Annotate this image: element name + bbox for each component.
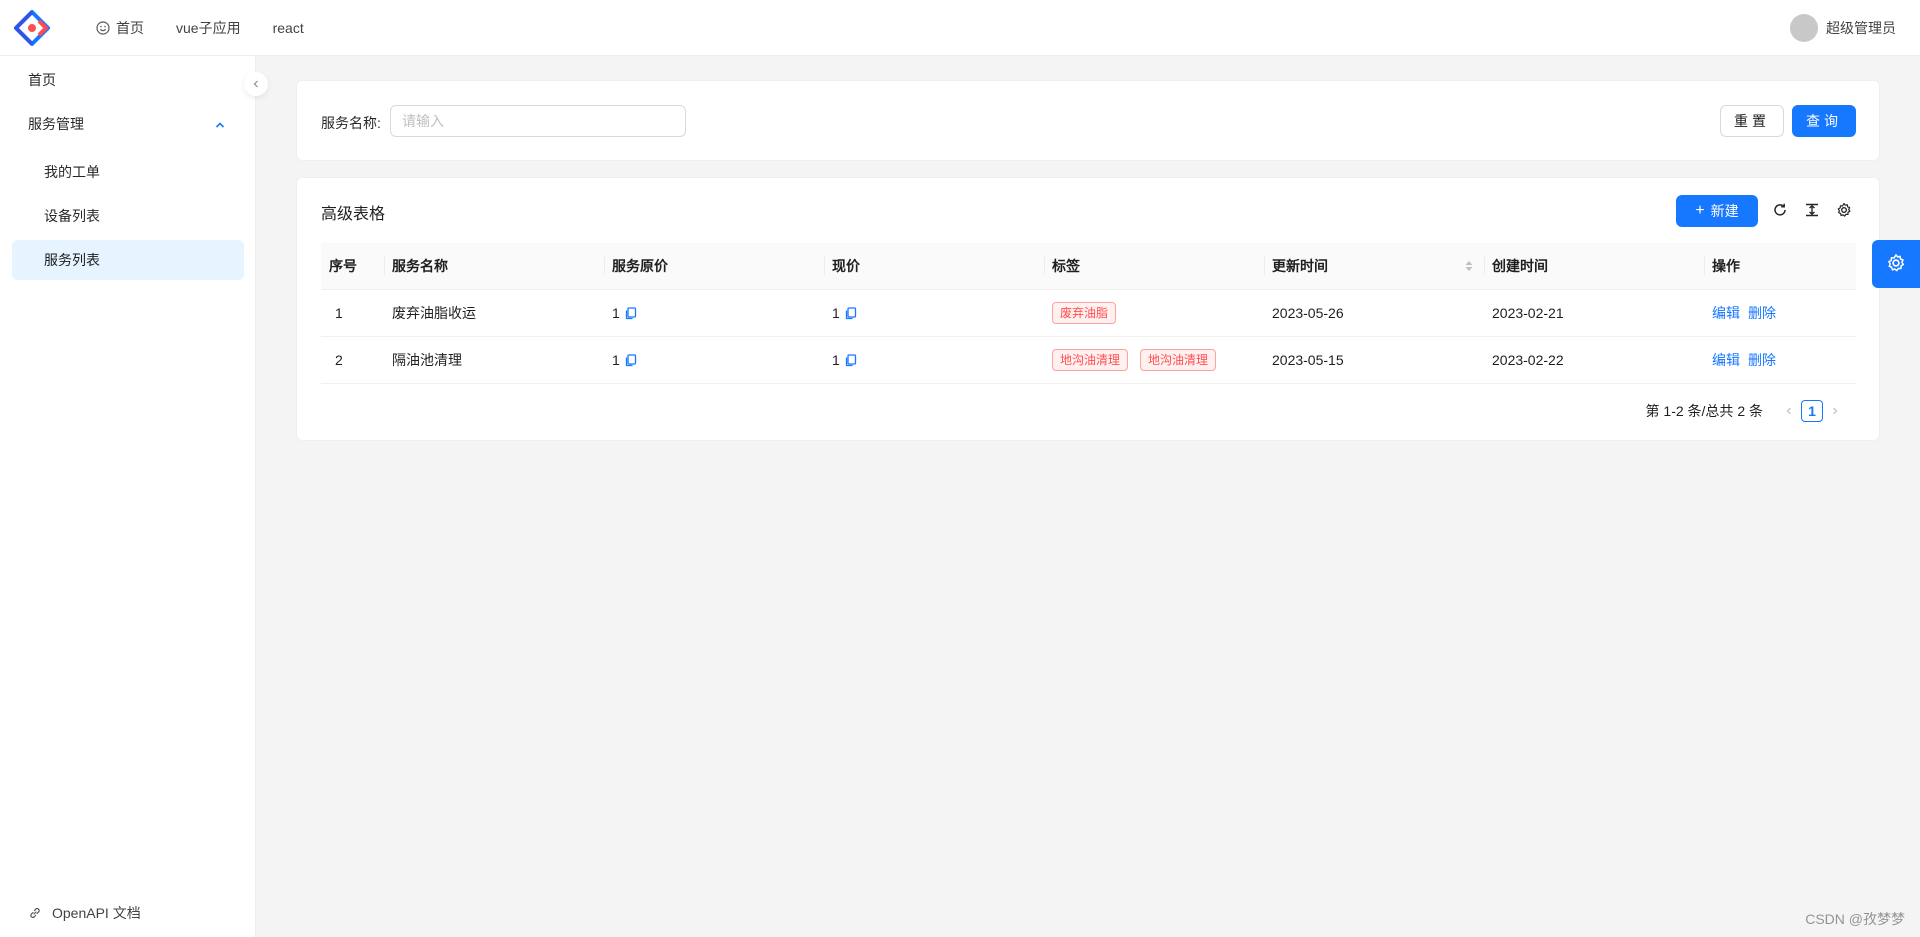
chevron-up-icon — [214, 118, 226, 134]
column-header-actions: 操作 — [1704, 243, 1856, 290]
cell-created-time: 2023-02-21 — [1484, 289, 1704, 337]
app-logo[interactable] — [12, 8, 52, 48]
edit-link[interactable]: 编辑 — [1712, 305, 1740, 321]
cell-actions: 编辑 删除 — [1704, 336, 1856, 384]
delete-link[interactable]: 删除 — [1748, 352, 1776, 368]
edit-link[interactable]: 编辑 — [1712, 352, 1740, 368]
table-row: 1 废弃油脂收运 1 1 废弃油脂 2023-05-26 2023-02-21 … — [321, 289, 1856, 337]
table-card: 高级表格 + 新建 序号 服务名称 服务原价 现价 标签 更新时间 创建时间 操… — [296, 177, 1880, 441]
sidebar-item-label: 首页 — [28, 72, 56, 88]
cell-tags: 废弃油脂 — [1044, 289, 1264, 337]
top-nav-vue-app-label: vue子应用 — [176, 19, 241, 36]
sidebar-item-service-management[interactable]: 服务管理 — [12, 104, 244, 144]
gear-icon — [1886, 253, 1906, 276]
top-nav-vue-app[interactable]: vue子应用 — [176, 18, 241, 38]
column-header-service-name: 服务名称 — [384, 243, 604, 290]
sidebar-collapse-button[interactable] — [244, 72, 268, 96]
cell-updated-time: 2023-05-26 — [1264, 289, 1484, 337]
top-nav-react-label: react — [272, 19, 304, 36]
column-header-created-time: 创建时间 — [1484, 243, 1704, 290]
table-title: 高级表格 — [321, 206, 386, 223]
delete-link[interactable]: 删除 — [1748, 305, 1776, 321]
sidebar: 首页 服务管理 我的工单 设备列表 服务列表 OpenAPI 文档 — [0, 56, 256, 937]
user-menu[interactable]: 超级管理员 — [1790, 14, 1896, 42]
cell-updated-time: 2023-05-15 — [1264, 336, 1484, 384]
column-header-original-price: 服务原价 — [604, 243, 824, 290]
copy-icon[interactable] — [844, 353, 857, 367]
column-header-current-price: 现价 — [824, 243, 1044, 290]
pagination: 第 1-2 条/总共 2 条 1 — [1646, 399, 1847, 423]
column-header-tags: 标签 — [1044, 243, 1264, 290]
chevron-left-icon — [251, 76, 261, 92]
column-header-index: 序号 — [321, 243, 384, 290]
chevron-right-icon — [1833, 407, 1838, 415]
sidebar-item-service-list[interactable]: 服务列表 — [12, 240, 244, 280]
cell-actions: 编辑 删除 — [1704, 289, 1856, 337]
cell-current-price: 1 — [824, 336, 1044, 384]
sidebar-item-label: 我的工单 — [44, 164, 100, 180]
top-header: 首页 vue子应用 react 超级管理员 — [0, 0, 1920, 56]
sidebar-item-label: 服务列表 — [44, 252, 100, 268]
cell-service-name: 废弃油脂收运 — [384, 289, 604, 337]
tag: 地沟油清理 — [1140, 348, 1217, 371]
copy-icon[interactable] — [844, 306, 857, 320]
cell-created-time: 2023-02-22 — [1484, 336, 1704, 384]
tag: 废弃油脂 — [1052, 301, 1117, 324]
cell-service-name: 隔油池清理 — [384, 336, 604, 384]
sidebar-item-label: 服务管理 — [28, 116, 84, 132]
top-nav: 首页 vue子应用 react — [96, 18, 336, 38]
cell-current-price-value: 1 — [832, 304, 840, 321]
plus-icon: + — [1695, 202, 1705, 219]
cell-current-price-value: 1 — [832, 351, 840, 368]
cell-original-price: 1 — [604, 289, 824, 337]
sort-icon[interactable] — [1464, 259, 1474, 276]
settings-drawer-button[interactable] — [1872, 240, 1920, 288]
page-number-1[interactable]: 1 — [1801, 400, 1823, 422]
table-header-row: 序号 服务名称 服务原价 现价 标签 更新时间 创建时间 操作 — [321, 243, 1856, 290]
cell-original-price-value: 1 — [612, 304, 620, 321]
watermark: CSDN @孜梦梦 — [1805, 911, 1905, 927]
top-nav-home[interactable]: 首页 — [96, 18, 144, 38]
cell-original-price-value: 1 — [612, 351, 620, 368]
cell-current-price: 1 — [824, 289, 1044, 337]
sidebar-item-my-tickets[interactable]: 我的工单 — [12, 152, 244, 192]
pagination-total: 第 1-2 条/总共 2 条 — [1645, 403, 1763, 419]
copy-icon[interactable] — [624, 353, 637, 367]
service-name-label: 服务名称: — [321, 115, 381, 131]
top-nav-react[interactable]: react — [273, 20, 304, 36]
reset-button[interactable]: 重置 — [1720, 105, 1784, 137]
table-row: 2 隔油池清理 1 1 地沟油清理 地沟油清理 2023-05-15 2023-0… — [321, 336, 1856, 384]
prev-page-button[interactable] — [1777, 399, 1801, 423]
sidebar-item-device-list[interactable]: 设备列表 — [12, 196, 244, 236]
avatar[interactable] — [1790, 14, 1818, 42]
column-header-updated-time-label: 更新时间 — [1272, 257, 1328, 274]
smile-icon — [96, 20, 110, 35]
link-icon — [28, 906, 42, 920]
reload-icon[interactable] — [1771, 201, 1789, 219]
cell-index: 2 — [321, 336, 384, 384]
new-button-label: 新建 — [1710, 203, 1739, 219]
openapi-docs-link[interactable]: OpenAPI 文档 — [28, 903, 141, 923]
cell-original-price: 1 — [604, 336, 824, 384]
sidebar-item-label: 设备列表 — [44, 208, 100, 224]
openapi-docs-label: OpenAPI 文档 — [52, 905, 141, 921]
copy-icon[interactable] — [624, 306, 637, 320]
chevron-left-icon — [1786, 407, 1791, 415]
service-table: 序号 服务名称 服务原价 现价 标签 更新时间 创建时间 操作 1 废弃油脂收运 — [321, 243, 1856, 384]
tag: 地沟油清理 — [1052, 348, 1129, 371]
column-height-icon[interactable] — [1803, 201, 1821, 219]
next-page-button[interactable] — [1823, 399, 1847, 423]
query-button[interactable]: 查询 — [1792, 105, 1856, 137]
cell-index: 1 — [321, 289, 384, 337]
top-nav-home-label: 首页 — [116, 19, 144, 36]
new-button[interactable]: + 新建 — [1676, 195, 1758, 227]
user-name: 超级管理员 — [1826, 20, 1896, 36]
gear-icon[interactable] — [1835, 201, 1853, 219]
sidebar-item-home[interactable]: 首页 — [12, 60, 244, 100]
column-header-updated-time[interactable]: 更新时间 — [1264, 243, 1484, 290]
search-form: 服务名称: 重置 查询 — [296, 80, 1880, 161]
service-name-input[interactable] — [390, 105, 686, 137]
cell-tags: 地沟油清理 地沟油清理 — [1044, 336, 1264, 384]
